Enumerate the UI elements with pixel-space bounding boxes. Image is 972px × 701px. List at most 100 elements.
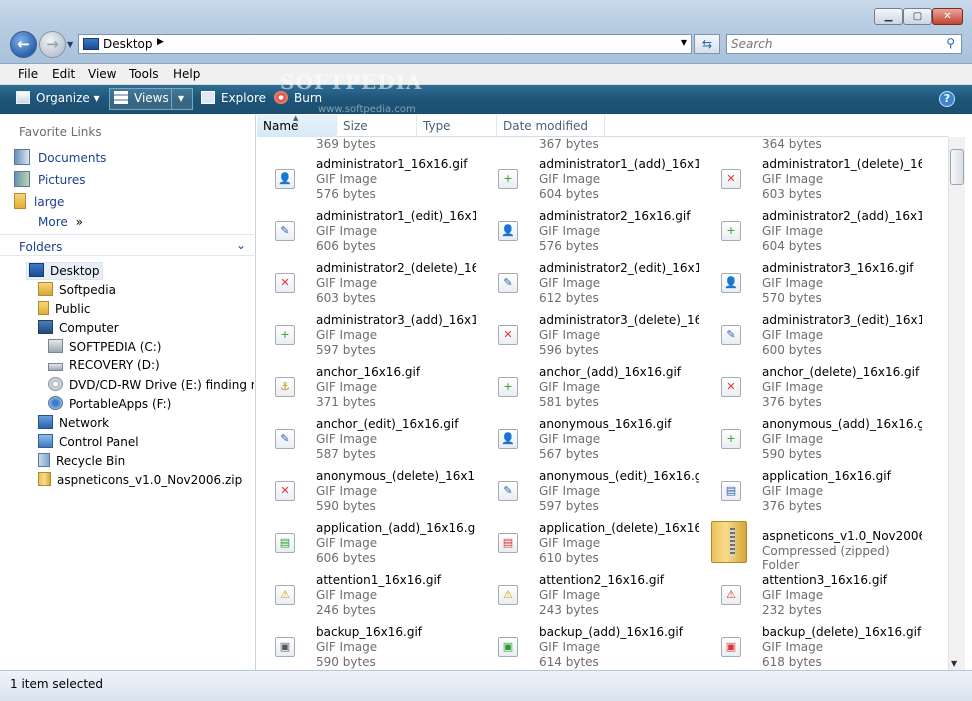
address-bar[interactable]: Desktop ▶ ▼ — [78, 34, 692, 54]
favorite-more[interactable]: More » — [38, 215, 83, 233]
administrator-edit-icon: ✎ — [498, 273, 518, 293]
file-tile[interactable]: ▤ application_16x16.gif GIF Image 376 by… — [703, 464, 926, 516]
menu-tools[interactable]: Tools — [129, 67, 159, 81]
file-tile[interactable]: ✎ anonymous_(edit)_16x16.gif GIF Image 5… — [480, 464, 703, 516]
search-box[interactable]: ⚲ — [726, 34, 962, 54]
column-header-date-modified[interactable]: Date modified — [497, 115, 605, 137]
explore-button[interactable]: Explore — [201, 91, 266, 105]
views-button[interactable]: Views — [114, 91, 169, 105]
column-header-name[interactable]: ▲ Name — [257, 114, 337, 137]
tree-label: PortableApps (F:) — [69, 397, 172, 411]
tree-item-computer[interactable]: Computer — [38, 320, 119, 338]
address-location[interactable]: Desktop — [103, 37, 153, 51]
tree-item-softpedia[interactable]: Softpedia — [38, 282, 116, 300]
menu-help[interactable]: Help — [173, 67, 200, 81]
file-tile[interactable]: + administrator1_(add)_16x16.... GIF Ima… — [480, 152, 703, 204]
close-button[interactable]: ✕ — [932, 8, 963, 25]
menu-file[interactable]: File — [18, 67, 38, 81]
file-tile-zip[interactable]: aspneticons_v1.0_Nov2006.zip Compressed … — [703, 516, 926, 572]
file-tile[interactable]: ⚠ attention1_16x16.gif GIF Image 246 byt… — [257, 568, 480, 620]
file-tile[interactable]: + administrator3_(add)_16x16.... GIF Ima… — [257, 308, 480, 360]
vertical-scrollbar[interactable]: ▼ — [948, 137, 965, 670]
organize-button[interactable]: Organize ▾ — [16, 91, 100, 105]
file-name: aspneticons_v1.0_Nov2006.zip — [762, 529, 922, 543]
file-tile[interactable]: ▤ application_(add)_16x16.gif GIF Image … — [257, 516, 480, 568]
explore-label: Explore — [221, 91, 267, 105]
navigation-pane: Favorite Links Documents Pictures large … — [0, 115, 256, 670]
explore-icon — [201, 91, 215, 104]
file-tile[interactable]: ✕ administrator3_(delete)_16x... GIF Ima… — [480, 308, 703, 360]
file-tile[interactable]: ✕ anchor_(delete)_16x16.gif GIF Image 37… — [703, 360, 926, 412]
column-header-size[interactable]: Size — [337, 115, 417, 137]
file-tile[interactable]: ✎ administrator3_(edit)_16x16.... GIF Im… — [703, 308, 926, 360]
file-tile[interactable]: ⚠ attention2_16x16.gif GIF Image 243 byt… — [480, 568, 703, 620]
file-size: 604 bytes — [539, 187, 599, 201]
file-tile[interactable]: ▤ application_(delete)_16x16.gif GIF Ima… — [480, 516, 703, 568]
tree-item-desktop[interactable]: Desktop — [26, 262, 103, 280]
file-name: administrator3_(delete)_16x... — [539, 313, 699, 327]
file-tile[interactable]: ✎ anchor_(edit)_16x16.gif GIF Image 587 … — [257, 412, 480, 464]
search-input[interactable] — [731, 37, 937, 51]
anchor-add-icon: + — [498, 377, 518, 397]
tree-item-drive-c[interactable]: SOFTPEDIA (C:) — [48, 339, 162, 357]
file-tile[interactable]: ✎ administrator1_(edit)_16x16.... GIF Im… — [257, 204, 480, 256]
scrollbar-thumb[interactable] — [950, 149, 964, 185]
back-button[interactable]: ← — [10, 31, 37, 58]
column-header-type[interactable]: Type — [417, 115, 497, 137]
file-tile[interactable]: 👤 anonymous_16x16.gif GIF Image 567 byte… — [480, 412, 703, 464]
column-type-label: Type — [423, 119, 451, 133]
favorite-documents[interactable]: Documents — [14, 149, 106, 167]
favorite-pictures[interactable]: Pictures — [14, 171, 86, 189]
tree-item-drive-f[interactable]: PortableApps (F:) — [48, 396, 171, 414]
file-size: 376 bytes — [762, 395, 822, 409]
tree-item-network[interactable]: Network — [38, 415, 109, 433]
file-tile[interactable]: ⚓ anchor_16x16.gif GIF Image 371 bytes — [257, 360, 480, 412]
application-window-icon: ▤ — [721, 481, 741, 501]
tree-item-recycle-bin[interactable]: Recycle Bin — [38, 453, 125, 471]
favorite-large[interactable]: large — [14, 193, 64, 211]
file-tile[interactable]: 👤 administrator3_16x16.gif GIF Image 570… — [703, 256, 926, 308]
administrator-add-icon: + — [275, 325, 295, 345]
file-tile[interactable]: + anchor_(add)_16x16.gif GIF Image 581 b… — [480, 360, 703, 412]
breadcrumb-chevron-icon[interactable]: ▶ — [157, 37, 164, 47]
tree-item-drive-e[interactable]: DVD/CD-RW Drive (E:) finding neve — [48, 377, 254, 395]
anonymous-icon: 👤 — [498, 429, 518, 449]
file-tile[interactable]: ▣ backup_(add)_16x16.gif GIF Image 614 b… — [480, 620, 703, 670]
tree-label: DVD/CD-RW Drive (E:) finding neve — [69, 378, 254, 392]
file-tile[interactable]: ✕ administrator2_(delete)_16x... GIF Ima… — [257, 256, 480, 308]
folders-header[interactable]: Folders ⌄ — [0, 234, 256, 256]
maximize-button[interactable]: ▢ — [903, 8, 932, 25]
tree-item-control-panel[interactable]: Control Panel — [38, 434, 139, 452]
search-icon[interactable]: ⚲ — [946, 36, 955, 50]
scroll-down-arrow-icon[interactable]: ▼ — [951, 659, 957, 668]
file-tile[interactable]: ⚠ attention3_16x16.gif GIF Image 232 byt… — [703, 568, 926, 620]
tree-item-zip[interactable]: aspneticons_v1.0_Nov2006.zip — [38, 472, 242, 490]
chevron-down-icon[interactable]: ⌄ — [236, 238, 246, 252]
network-icon — [38, 415, 53, 429]
refresh-button[interactable]: ⇆ — [694, 34, 720, 54]
help-icon[interactable]: ? — [939, 91, 955, 107]
file-tile[interactable]: ▣ backup_16x16.gif GIF Image 590 bytes — [257, 620, 480, 670]
file-tile[interactable]: + anonymous_(add)_16x16.gif GIF Image 59… — [703, 412, 926, 464]
file-tile[interactable]: ✕ anonymous_(delete)_16x16.gif GIF Image… — [257, 464, 480, 516]
views-dropdown-button[interactable]: ▾ — [178, 91, 184, 105]
file-tile[interactable]: 👤 administrator1_16x16.gif GIF Image 576… — [257, 152, 480, 204]
windows-drive-icon — [48, 339, 63, 353]
file-tile[interactable]: 👤 administrator2_16x16.gif GIF Image 576… — [480, 204, 703, 256]
minimize-button[interactable]: ▁ — [874, 8, 903, 25]
views-icon — [114, 91, 128, 104]
tree-item-public[interactable]: Public — [38, 301, 91, 319]
recent-pages-dropdown-icon[interactable]: ▼ — [67, 40, 73, 49]
address-dropdown-icon[interactable]: ▼ — [681, 38, 687, 47]
forward-button[interactable]: → — [39, 31, 66, 58]
file-tile[interactable]: ▣ backup_(delete)_16x16.gif GIF Image 61… — [703, 620, 926, 670]
tree-item-drive-d[interactable]: RECOVERY (D:) — [48, 358, 160, 376]
file-tile[interactable]: ✎ administrator2_(edit)_16x16.... GIF Im… — [480, 256, 703, 308]
file-tile[interactable]: ✕ administrator1_(delete)_16x... GIF Ima… — [703, 152, 926, 204]
menu-view[interactable]: View — [88, 67, 116, 81]
file-tile[interactable]: + administrator2_(add)_16x16.... GIF Ima… — [703, 204, 926, 256]
file-size: 610 bytes — [539, 551, 599, 565]
menu-edit[interactable]: Edit — [52, 67, 75, 81]
file-type: GIF Image — [762, 588, 824, 602]
file-type: GIF Image — [539, 172, 601, 186]
